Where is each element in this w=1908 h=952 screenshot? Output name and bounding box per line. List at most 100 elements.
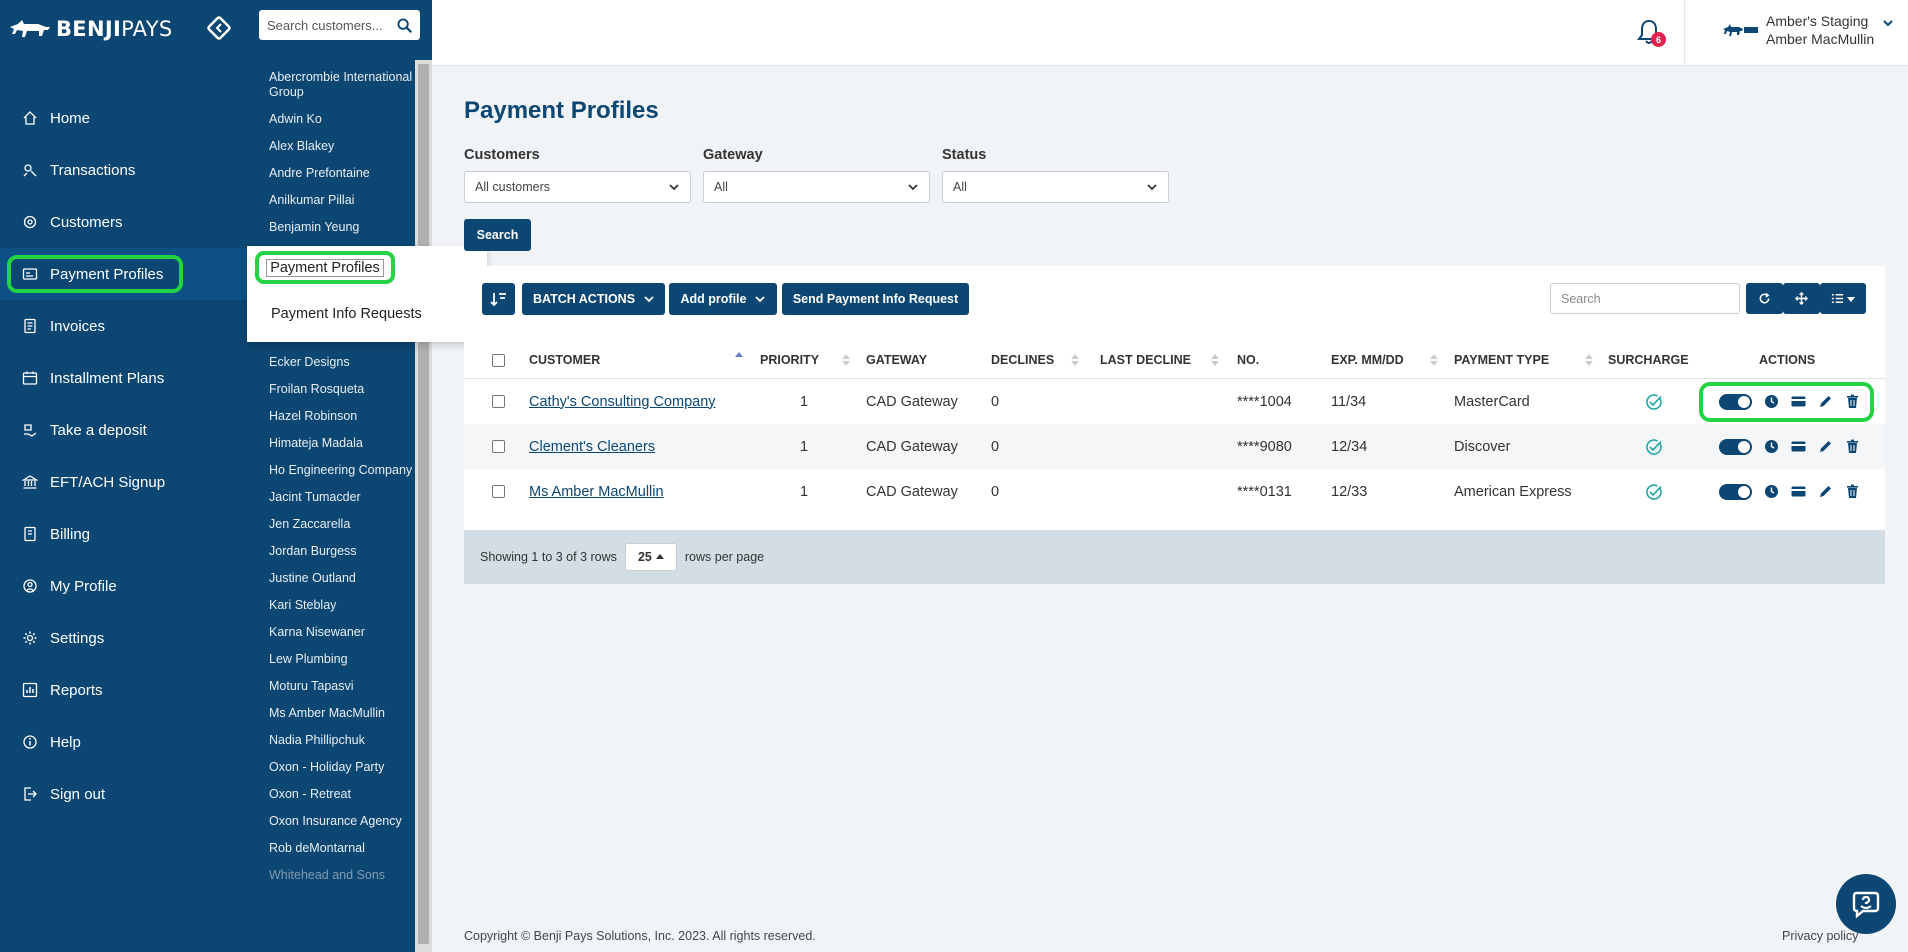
col-header-payment-type[interactable]: PAYMENT TYPE [1454, 353, 1549, 367]
customer-link[interactable]: Ms Amber MacMullin [529, 484, 664, 500]
customer-list-item[interactable]: Anilkumar Pillai [269, 193, 419, 208]
customer-link[interactable]: Clement's Cleaners [529, 439, 655, 455]
help-chat-button[interactable] [1836, 874, 1896, 934]
customer-list-item[interactable]: Jacint Tumacder [269, 490, 419, 505]
nav-item-customers[interactable]: Customers [0, 196, 247, 248]
scrollbar-thumb[interactable] [418, 64, 429, 944]
send-payment-info-request-button[interactable]: Send Payment Info Request [782, 283, 969, 315]
customer-list-item[interactable]: Oxon Insurance Agency [269, 814, 419, 829]
col-header-declines[interactable]: DECLINES [991, 353, 1054, 367]
customer-search-input[interactable] [267, 17, 391, 33]
pencil-icon[interactable] [1818, 484, 1833, 499]
col-header-priority[interactable]: PRIORITY [760, 353, 819, 367]
customer-list-item[interactable]: Ecker Designs [269, 355, 419, 370]
sort-icon[interactable] [1585, 353, 1593, 367]
row-checkbox[interactable] [492, 485, 505, 498]
customer-list-item[interactable]: Lew Plumbing [269, 652, 419, 667]
payment-type-cell: American Express [1454, 483, 1572, 500]
refresh-button[interactable] [1746, 283, 1783, 314]
nav-item-reports[interactable]: Reports [0, 664, 247, 716]
gateway-filter-select[interactable]: All [703, 171, 930, 203]
customer-list-item[interactable]: Andre Prefontaine [269, 166, 419, 181]
batch-actions-button[interactable]: BATCH ACTIONS [522, 283, 665, 315]
nav-item-transactions[interactable]: Transactions [0, 144, 247, 196]
active-toggle[interactable] [1719, 483, 1752, 500]
customer-list-item[interactable]: Nadia Phillipchuk [269, 733, 419, 748]
columns-toggle-button[interactable] [1820, 283, 1866, 314]
rows-per-page-select[interactable]: 25 [624, 543, 677, 571]
customer-list-item[interactable]: Benjamin Yeung [269, 220, 419, 235]
add-profile-button[interactable]: Add profile [669, 283, 777, 315]
row-checkbox[interactable] [492, 395, 505, 408]
customer-list-item[interactable]: Jordan Burgess [269, 544, 419, 559]
customer-link[interactable]: Cathy's Consulting Company [529, 394, 716, 410]
customer-list-item[interactable]: Moturu Tapasvi [269, 679, 419, 694]
customer-list-scrollbar[interactable] [415, 60, 432, 952]
customer-list-item[interactable]: Hazel Robinson [269, 409, 419, 424]
customer-list-item[interactable]: Alex Blakey [269, 139, 419, 154]
col-header-expiry[interactable]: EXP. MM/DD [1331, 353, 1404, 367]
customer-list-item[interactable]: Kari Steblay [269, 598, 419, 613]
credit-card-icon[interactable] [1791, 439, 1806, 454]
sort-icon[interactable] [1430, 353, 1438, 367]
customer-list-item[interactable]: Jen Zaccarella [269, 517, 419, 532]
nav-item-eft-ach-signup[interactable]: EFT/ACH Signup [0, 456, 247, 508]
customer-list-item[interactable]: Himateja Madala [269, 436, 419, 451]
trash-icon[interactable] [1845, 484, 1860, 499]
nav-item-help[interactable]: Help [0, 716, 247, 768]
declines-cell: 0 [991, 483, 1000, 500]
customer-list-item[interactable]: Froilan Rosqueta [269, 382, 419, 397]
sort-icon[interactable] [1071, 353, 1079, 367]
customer-list-item[interactable]: Justine Outland [269, 571, 419, 586]
benjipays-logo[interactable]: BENJIPAYS [8, 16, 172, 42]
table-search-input[interactable] [1550, 283, 1740, 314]
notifications-button[interactable]: 6 [1636, 18, 1666, 47]
nav-item-sign-out[interactable]: Sign out [0, 768, 247, 820]
filter-search-button[interactable]: Search [464, 219, 531, 251]
status-filter-select[interactable]: All [942, 171, 1169, 203]
submenu-item-payment-profiles[interactable]: Payment Profiles [255, 251, 395, 284]
fullscreen-button[interactable] [1783, 283, 1820, 314]
pencil-icon[interactable] [1818, 439, 1833, 454]
col-header-customer[interactable]: CUSTOMER [529, 353, 600, 367]
customer-list-item[interactable]: Rob deMontarnal [269, 841, 419, 856]
col-header-surcharge[interactable]: SURCHARGE [1608, 353, 1689, 367]
customer-list-item[interactable]: Adwin Ko [269, 112, 419, 127]
privacy-policy-link[interactable]: Privacy policy [1782, 929, 1858, 943]
nav-item-settings[interactable]: Settings [0, 612, 247, 664]
collapse-sidebar-icon[interactable] [206, 15, 232, 41]
customer-list-item[interactable]: Ms Amber MacMullin [269, 706, 419, 721]
col-header-last-decline[interactable]: LAST DECLINE [1100, 353, 1191, 367]
nav-item-invoices[interactable]: Invoices [0, 300, 247, 352]
customer-list-item[interactable]: Karna Nisewaner [269, 625, 419, 640]
credit-card-icon[interactable] [1791, 484, 1806, 499]
submenu-item-payment-info-requests[interactable]: Payment Info Requests [271, 306, 422, 322]
row-checkbox[interactable] [492, 440, 505, 453]
sort-asc-icon[interactable] [735, 351, 743, 365]
customer-list-item[interactable]: Abercrombie International Group [269, 70, 419, 99]
nav-item-take-a-deposit[interactable]: Take a deposit [0, 404, 247, 456]
nav-item-payment-profiles[interactable]: Payment Profiles [0, 248, 247, 300]
sort-icon[interactable] [1211, 353, 1219, 367]
customer-list-item[interactable]: Oxon - Retreat [269, 787, 419, 802]
account-switcher[interactable]: Amber's Staging Amber MacMullin [1722, 12, 1894, 48]
col-header-gateway[interactable]: GATEWAY [866, 353, 927, 367]
nav-item-my-profile[interactable]: My Profile [0, 560, 247, 612]
customer-list-item[interactable]: Ho Engineering Company [269, 463, 419, 478]
nav-item-billing[interactable]: Billing [0, 508, 247, 560]
nav-item-label: Settings [50, 629, 105, 647]
active-toggle[interactable] [1719, 438, 1752, 455]
sort-icon[interactable] [842, 353, 850, 367]
search-icon[interactable] [397, 17, 412, 33]
customer-list-item[interactable]: Whitehead and Sons [269, 868, 419, 883]
nav-item-home[interactable]: Home [0, 92, 247, 144]
clock-icon[interactable] [1764, 484, 1779, 499]
customer-list-item[interactable]: Oxon - Holiday Party [269, 760, 419, 775]
customers-filter-select[interactable]: All customers [464, 171, 691, 203]
col-header-number[interactable]: NO. [1237, 353, 1259, 367]
trash-icon[interactable] [1845, 439, 1860, 454]
sort-toggle-button[interactable] [482, 283, 515, 315]
select-all-checkbox[interactable] [492, 354, 505, 367]
clock-icon[interactable] [1764, 439, 1779, 454]
nav-item-installment-plans[interactable]: Installment Plans [0, 352, 247, 404]
